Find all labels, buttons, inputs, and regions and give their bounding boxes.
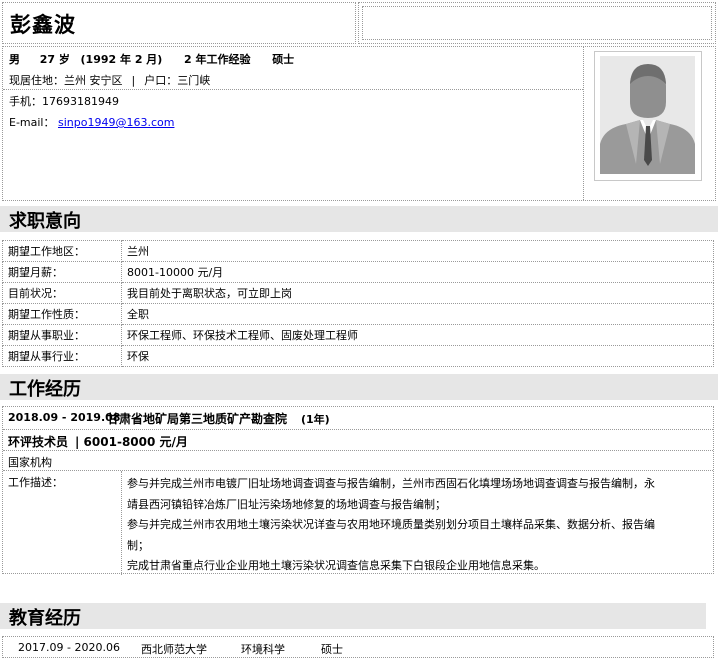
intention-table: 期望工作地区： 兰州 期望月薪： 8001-10000 元/月 目前状况： 我目…	[2, 240, 714, 367]
photo-column	[583, 47, 716, 200]
desc-line: 参与并完成兰州市电镀厂旧址场地调查调查与报告编制，兰州市西固石化填埋场场地调查调…	[127, 477, 655, 490]
table-row: 期望工作地区： 兰州	[2, 240, 714, 262]
work-desc-row: 工作描述： 参与并完成兰州市电镀厂旧址场地调查调查与报告编制，兰州市西固石化填埋…	[3, 470, 713, 575]
section-title: 教育经历	[9, 608, 81, 629]
basic-info-text: 男 27 岁 (1992 年 2 月) 2 年工作经验 硕士 现居住地：兰州 安…	[3, 47, 583, 200]
name-box: 彭鑫波	[2, 2, 356, 44]
residence: 兰州 安宁区	[64, 74, 123, 87]
section-title: 求职意向	[9, 211, 81, 232]
table-row: 目前状况： 我目前处于离职状态，可立即上岗	[2, 282, 714, 304]
photo-frame	[594, 51, 702, 181]
work-duration: (1年)	[301, 413, 330, 426]
company-name: 甘肃省地矿局第三地质矿产勘查院	[107, 412, 288, 426]
section-header-intention: 求职意向	[0, 206, 718, 232]
basic-info-box: 男 27 岁 (1992 年 2 月) 2 年工作经验 硕士 现居住地：兰州 安…	[2, 46, 716, 201]
table-row: 期望从事职业： 环保工程师、环保技术工程师、固废处理工程师	[2, 324, 714, 346]
row-label: 期望从事职业：	[2, 324, 122, 346]
summary-line: 男 27 岁 (1992 年 2 月) 2 年工作经验 硕士	[9, 51, 294, 67]
company-type: 国家机构	[8, 456, 52, 469]
section-title: 工作经历	[9, 379, 81, 400]
position-row: 环评技术员 | 6001-8000 元/月	[3, 429, 713, 451]
work-experience: 2 年工作经验	[184, 53, 251, 66]
age: 27 岁	[39, 53, 70, 66]
phone: 17693181949	[42, 95, 119, 108]
position-title: 环评技术员	[8, 435, 69, 449]
phone-label: 手机：	[9, 95, 42, 108]
desc-line: 制；	[127, 538, 149, 552]
row-label: 期望从事行业：	[2, 345, 122, 367]
row-label: 目前状况：	[2, 282, 122, 304]
education-degree: 硕士	[321, 643, 343, 656]
table-row: 期望从事行业： 环保	[2, 345, 714, 367]
degree: 硕士	[272, 53, 295, 66]
name-side-inner	[362, 6, 712, 40]
row-label: 期望工作地区：	[2, 240, 122, 262]
position-salary: | 6001-8000 元/月	[75, 435, 188, 449]
desc-divider	[121, 471, 122, 575]
candidate-name: 彭鑫波	[10, 13, 76, 37]
major: 环境科学	[241, 643, 285, 656]
hukou-label: 户口：	[144, 74, 178, 87]
company-type-row: 国家机构	[3, 450, 713, 471]
section-header-education: 教育经历	[0, 603, 706, 629]
work-entry: 2018.09 - 2019.08 甘肃省地矿局第三地质矿产勘查院 (1年) 环…	[2, 406, 714, 575]
phone-line: 手机：17693181949	[9, 93, 119, 109]
row-label: 期望工作性质：	[2, 303, 122, 325]
gender: 男	[9, 53, 20, 66]
education-period: 2017.09 - 2020.06	[18, 641, 120, 654]
hukou: 三门峡	[177, 74, 211, 87]
work-desc-label: 工作描述：	[8, 476, 63, 489]
work-description: 参与并完成兰州市电镀厂旧址场地调查调查与报告编制，兰州市西固石化填埋场场地调查调…	[127, 474, 711, 577]
row-value: 环保工程师、环保技术工程师、固废处理工程师	[121, 324, 714, 346]
row-value: 8001-10000 元/月	[121, 261, 714, 283]
work-period: 2018.09 - 2019.08	[8, 411, 121, 424]
avatar	[600, 56, 695, 174]
row-label: 期望月薪：	[2, 261, 122, 283]
divider: |	[131, 74, 136, 87]
row-value: 全职	[121, 303, 714, 325]
row-value: 环保	[121, 345, 714, 367]
person-silhouette-icon	[600, 56, 695, 174]
school-name: 西北师范大学	[141, 643, 207, 656]
education-entry: 2017.09 - 2020.06 西北师范大学 环境科学 硕士	[2, 636, 714, 658]
email-label: E-mail：	[9, 116, 55, 129]
desc-line: 参与并完成兰州市农用地土壤污染状况详查与农用地环境质量类别划分项目土壤样品采集、…	[127, 518, 655, 531]
birth-date: (1992 年 2 月)	[80, 53, 163, 66]
table-row: 期望月薪： 8001-10000 元/月	[2, 261, 714, 283]
table-row: 期望工作性质： 全职	[2, 303, 714, 325]
desc-line: 靖县西河镇铅锌冶炼厂旧址污染场地修复的场地调查与报告编制；	[127, 497, 446, 511]
residence-line: 现居住地：兰州 安宁区 | 户口：三门峡	[9, 72, 210, 88]
row-value: 我目前处于离职状态，可立即上岗	[121, 282, 714, 304]
desc-line: 完成甘肃省重点行业企业用地土壤污染状况调查信息采集下白银段企业用地信息采集。	[127, 559, 545, 572]
row-value: 兰州	[121, 240, 714, 262]
work-header-row: 2018.09 - 2019.08 甘肃省地矿局第三地质矿产勘查院 (1年)	[3, 407, 713, 429]
section-header-work: 工作经历	[0, 374, 718, 400]
email-line: E-mail： sinpo1949@163.com	[9, 114, 174, 130]
residence-label: 现居住地：	[9, 74, 64, 87]
name-side-box	[358, 2, 716, 44]
email-link[interactable]: sinpo1949@163.com	[58, 116, 174, 129]
divider-line	[3, 89, 583, 90]
